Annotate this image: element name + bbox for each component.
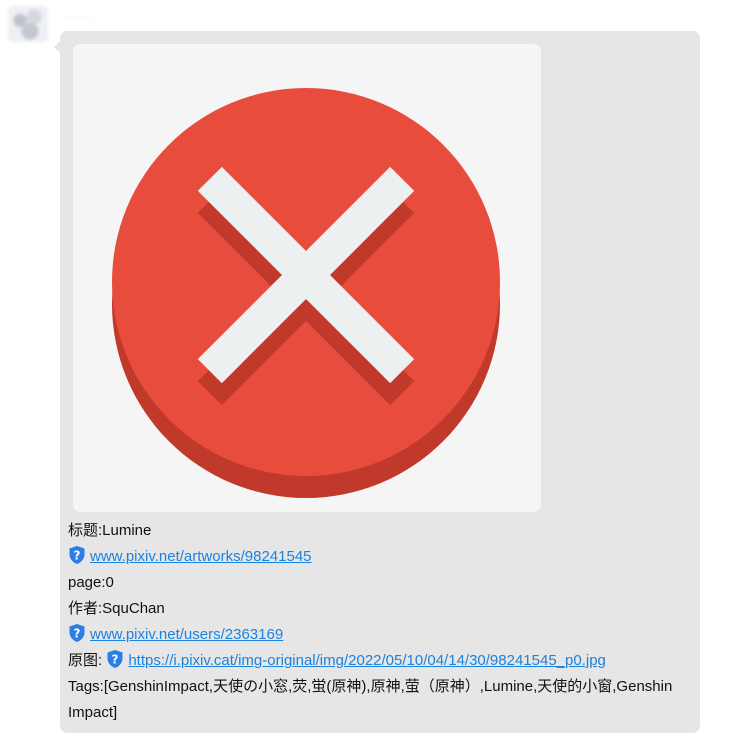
shield-question-icon: ? bbox=[69, 624, 85, 642]
message-bubble[interactable]: 标题:Lumine ? www.pixiv.net/artworks/98241… bbox=[54, 31, 700, 733]
author-link-line: ? www.pixiv.net/users/2363169 bbox=[68, 622, 696, 648]
original-line: 原图: ? https://i.pixiv.cat/img-original/i… bbox=[68, 648, 696, 674]
shield-question-icon: ? bbox=[107, 650, 123, 668]
author-link[interactable]: www.pixiv.net/users/2363169 bbox=[90, 626, 283, 643]
page-line: page:0 bbox=[68, 574, 114, 591]
chat-message-row: ······ 标题:Lumine ? www.pixiv.net/artwork… bbox=[0, 0, 737, 747]
image-preview[interactable] bbox=[73, 44, 541, 512]
shield-question-icon: ? bbox=[69, 546, 85, 564]
avatar[interactable] bbox=[8, 6, 48, 42]
tags-line: Tags:[GenshinImpact,天使の小窓,荧,蛍(原神),原神,萤（原… bbox=[68, 678, 673, 721]
message-text: 标题:Lumine ? www.pixiv.net/artworks/98241… bbox=[68, 518, 696, 726]
artwork-line: ? www.pixiv.net/artworks/98241545 bbox=[68, 544, 696, 570]
svg-text:?: ? bbox=[74, 549, 81, 563]
author-line: 作者:SquChan bbox=[68, 600, 165, 617]
title-line: 标题:Lumine bbox=[68, 522, 152, 539]
sender-name: ······ bbox=[64, 11, 94, 25]
error-x-icon bbox=[112, 88, 500, 498]
artwork-link[interactable]: www.pixiv.net/artworks/98241545 bbox=[90, 548, 312, 565]
original-image-link[interactable]: https://i.pixiv.cat/img-original/img/202… bbox=[128, 652, 606, 669]
original-label: 原图: bbox=[68, 652, 103, 669]
svg-text:?: ? bbox=[74, 627, 81, 641]
svg-text:?: ? bbox=[112, 653, 119, 667]
